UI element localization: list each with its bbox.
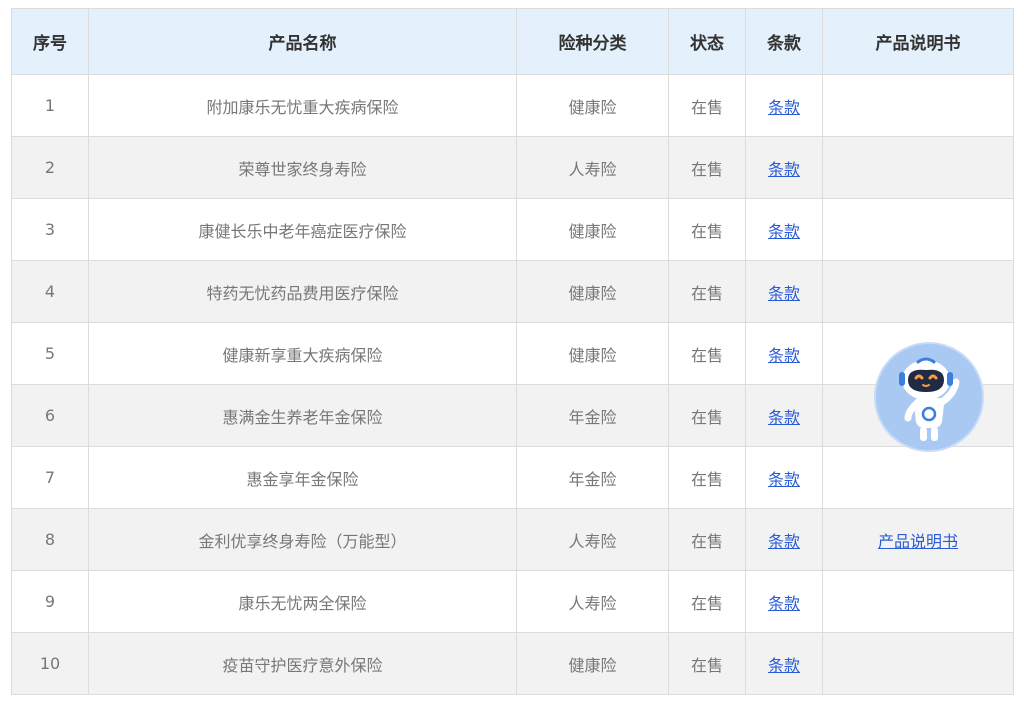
header-manual: 产品说明书 <box>822 8 1014 75</box>
clause-cell: 条款 <box>745 570 823 633</box>
robot-assistant-icon <box>874 342 984 452</box>
clause-cell: 条款 <box>745 260 823 323</box>
table-row: 6 惠满金生养老年金保险 年金险 在售 条款 <box>11 384 1014 447</box>
product-name-cell: 疫苗守护医疗意外保险 <box>88 632 517 695</box>
category-cell: 健康险 <box>516 198 669 261</box>
clause-link[interactable]: 条款 <box>768 532 800 551</box>
table-row: 9 康乐无忧两全保险 人寿险 在售 条款 <box>11 570 1014 633</box>
manual-cell <box>822 74 1014 137</box>
row-index-cell: 7 <box>11 446 89 509</box>
clause-link[interactable]: 条款 <box>768 160 800 179</box>
table-row: 5 健康新享重大疾病保险 健康险 在售 条款 <box>11 322 1014 385</box>
row-index-cell: 4 <box>11 260 89 323</box>
product-table: 序号 产品名称 险种分类 状态 条款 产品说明书 1 附加康乐无忧重大疾病保险 健康… <box>11 8 1014 695</box>
header-index: 序号 <box>11 8 89 75</box>
category-cell: 健康险 <box>516 74 669 137</box>
product-name-cell: 惠金享年金保险 <box>88 446 517 509</box>
row-index-cell: 2 <box>11 136 89 199</box>
header-status: 状态 <box>668 8 746 75</box>
product-name-cell: 健康新享重大疾病保险 <box>88 322 517 385</box>
clause-cell: 条款 <box>745 384 823 447</box>
row-index-cell: 10 <box>11 632 89 695</box>
category-cell: 健康险 <box>516 260 669 323</box>
clause-cell: 条款 <box>745 198 823 261</box>
robot-assistant-button[interactable] <box>874 342 984 452</box>
row-index-cell: 6 <box>11 384 89 447</box>
status-cell: 在售 <box>668 74 746 137</box>
product-name-cell: 特药无忧药品费用医疗保险 <box>88 260 517 323</box>
product-name-cell: 荣尊世家终身寿险 <box>88 136 517 199</box>
clause-cell: 条款 <box>745 322 823 385</box>
clause-link[interactable]: 条款 <box>768 222 800 241</box>
table-row: 7 惠金享年金保险 年金险 在售 条款 <box>11 446 1014 509</box>
manual-cell <box>822 446 1014 509</box>
clause-link[interactable]: 条款 <box>768 284 800 303</box>
clause-link[interactable]: 条款 <box>768 408 800 427</box>
clause-cell: 条款 <box>745 136 823 199</box>
status-cell: 在售 <box>668 632 746 695</box>
clause-cell: 条款 <box>745 508 823 571</box>
table-row: 8 金利优享终身寿险（万能型） 人寿险 在售 条款 产品说明书 <box>11 508 1014 571</box>
clause-link[interactable]: 条款 <box>768 594 800 613</box>
status-cell: 在售 <box>668 446 746 509</box>
category-cell: 人寿险 <box>516 136 669 199</box>
product-name-cell: 附加康乐无忧重大疾病保险 <box>88 74 517 137</box>
clause-cell: 条款 <box>745 632 823 695</box>
row-index-cell: 5 <box>11 322 89 385</box>
status-cell: 在售 <box>668 570 746 633</box>
row-index-cell: 9 <box>11 570 89 633</box>
status-cell: 在售 <box>668 322 746 385</box>
clause-link[interactable]: 条款 <box>768 346 800 365</box>
header-clause: 条款 <box>745 8 823 75</box>
row-index-cell: 3 <box>11 198 89 261</box>
header-category: 险种分类 <box>516 8 669 75</box>
status-cell: 在售 <box>668 260 746 323</box>
product-name-cell: 惠满金生养老年金保险 <box>88 384 517 447</box>
clause-link[interactable]: 条款 <box>768 656 800 675</box>
category-cell: 健康险 <box>516 632 669 695</box>
table-row: 1 附加康乐无忧重大疾病保险 健康险 在售 条款 <box>11 74 1014 137</box>
status-cell: 在售 <box>668 508 746 571</box>
manual-cell <box>822 136 1014 199</box>
manual-cell <box>822 632 1014 695</box>
status-cell: 在售 <box>668 384 746 447</box>
category-cell: 人寿险 <box>516 570 669 633</box>
header-product-name: 产品名称 <box>88 8 517 75</box>
clause-cell: 条款 <box>745 74 823 137</box>
category-cell: 年金险 <box>516 384 669 447</box>
product-name-cell: 金利优享终身寿险（万能型） <box>88 508 517 571</box>
manual-cell <box>822 198 1014 261</box>
table-header-row: 序号 产品名称 险种分类 状态 条款 产品说明书 <box>11 8 1014 75</box>
manual-cell <box>822 570 1014 633</box>
product-name-cell: 康乐无忧两全保险 <box>88 570 517 633</box>
category-cell: 年金险 <box>516 446 669 509</box>
category-cell: 健康险 <box>516 322 669 385</box>
clause-link[interactable]: 条款 <box>768 470 800 489</box>
category-cell: 人寿险 <box>516 508 669 571</box>
table-row: 2 荣尊世家终身寿险 人寿险 在售 条款 <box>11 136 1014 199</box>
row-index-cell: 8 <box>11 508 89 571</box>
clause-cell: 条款 <box>745 446 823 509</box>
clause-link[interactable]: 条款 <box>768 98 800 117</box>
status-cell: 在售 <box>668 198 746 261</box>
manual-cell <box>822 260 1014 323</box>
manual-cell: 产品说明书 <box>822 508 1014 571</box>
manual-link[interactable]: 产品说明书 <box>878 532 958 551</box>
table-row: 3 康健长乐中老年癌症医疗保险 健康险 在售 条款 <box>11 198 1014 261</box>
status-cell: 在售 <box>668 136 746 199</box>
table-row: 4 特药无忧药品费用医疗保险 健康险 在售 条款 <box>11 260 1014 323</box>
product-table-container: 序号 产品名称 险种分类 状态 条款 产品说明书 1 附加康乐无忧重大疾病保险 健康… <box>11 8 1014 695</box>
product-name-cell: 康健长乐中老年癌症医疗保险 <box>88 198 517 261</box>
table-row: 10 疫苗守护医疗意外保险 健康险 在售 条款 <box>11 632 1014 695</box>
row-index-cell: 1 <box>11 74 89 137</box>
